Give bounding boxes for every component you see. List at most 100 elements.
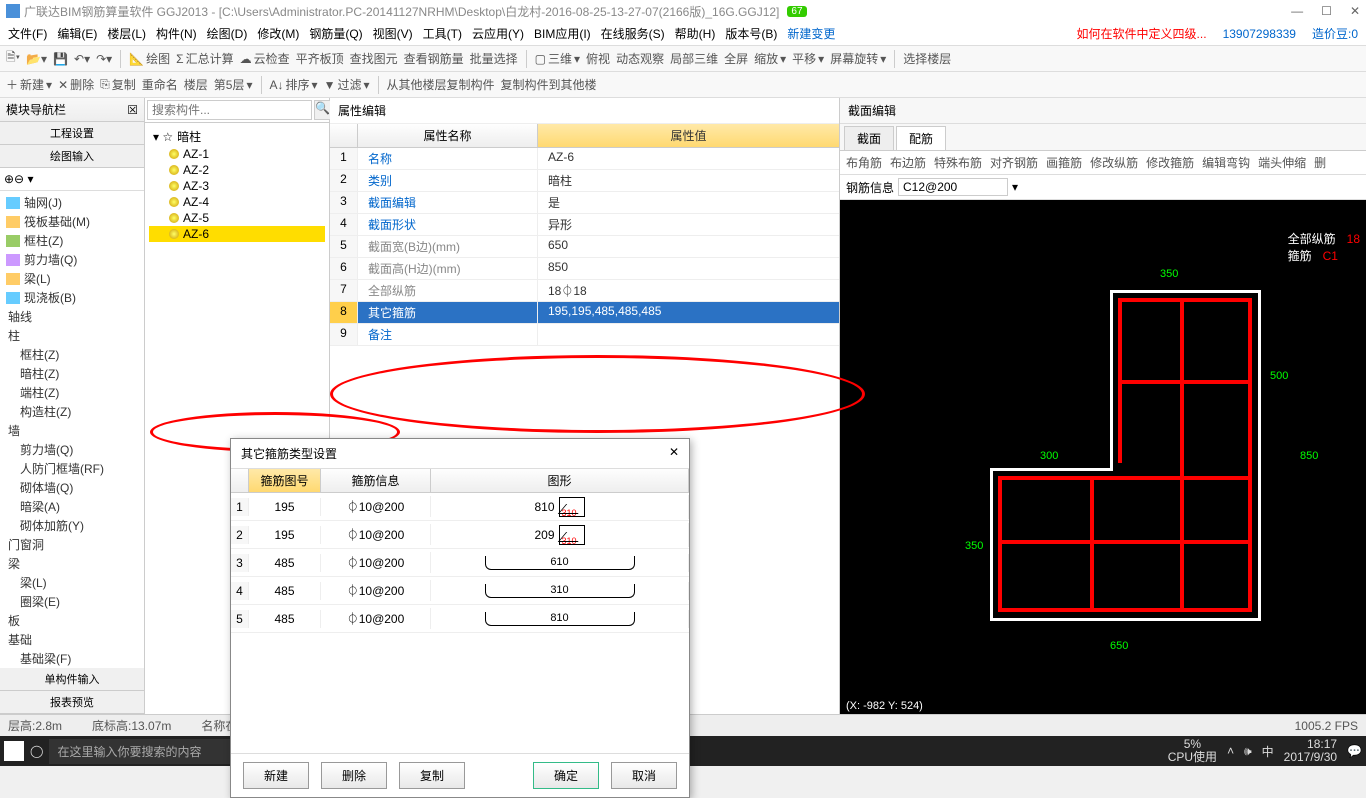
section-canvas[interactable]: 全部纵筋 18箍筋 C1 350 500 300 850 350 — [840, 200, 1366, 714]
tb-new[interactable]: ＋新建▾ — [6, 76, 52, 93]
tb-rotate[interactable]: 屏幕旋转▾ — [830, 50, 886, 67]
tb-3d[interactable]: ▢ 三维▾ — [535, 50, 580, 67]
menu-component[interactable]: 构件(N) — [152, 23, 201, 44]
grp-wall[interactable]: 墙 — [2, 421, 142, 440]
dlg-copy-button[interactable]: 复制 — [399, 762, 465, 789]
cortana-icon[interactable]: ◯ — [30, 744, 43, 758]
tree-beam[interactable]: 梁(L) — [2, 269, 142, 288]
item[interactable]: 圈梁(E) — [2, 592, 142, 611]
mid-root[interactable]: ▾ ☆ 暗柱 — [149, 127, 325, 146]
menu-modify[interactable]: 修改(M) — [253, 23, 303, 44]
item[interactable]: 剪力墙(Q) — [2, 440, 142, 459]
prop-row[interactable]: 4截面形状异形 — [330, 214, 839, 236]
list-item-selected[interactable]: AZ-6 — [149, 226, 325, 242]
tree-axis[interactable]: 轴网(J) — [2, 193, 142, 212]
dlg-ok-button[interactable]: 确定 — [533, 762, 599, 789]
list-item[interactable]: AZ-4 — [149, 194, 325, 210]
tb-zoom[interactable]: 缩放▾ — [754, 50, 786, 67]
pane-close-icon[interactable]: ☒ — [127, 103, 138, 117]
tb-fullscreen[interactable]: 全屏 — [724, 50, 748, 67]
close-icon[interactable]: ✕ — [1350, 4, 1360, 18]
tb-batch-select[interactable]: 批量选择 — [470, 50, 518, 67]
tb-find[interactable]: 查找图元 — [350, 50, 398, 67]
tray-net-icon[interactable]: 🕪 — [1244, 744, 1252, 759]
undo-icon[interactable]: ↶▾ — [74, 52, 90, 66]
menu-rebar[interactable]: 钢筋量(Q) — [305, 23, 366, 44]
pane-engineering[interactable]: 工程设置 — [0, 122, 144, 145]
section-tool[interactable]: 端头伸缩 — [1258, 154, 1306, 171]
section-tool[interactable]: 编辑弯钩 — [1202, 154, 1250, 171]
menu-file[interactable]: 文件(F) — [4, 23, 51, 44]
rebar-info-input[interactable] — [898, 178, 1008, 196]
tb-orbit[interactable]: 动态观察 — [616, 50, 664, 67]
maximize-icon[interactable]: ☐ — [1321, 4, 1332, 18]
item[interactable]: 砌体墙(Q) — [2, 478, 142, 497]
minimize-icon[interactable]: — — [1291, 4, 1303, 18]
tree-raft[interactable]: 筏板基础(M) — [2, 212, 142, 231]
menu-draw[interactable]: 绘图(D) — [203, 23, 252, 44]
tb-select-floor[interactable]: 选择楼层 — [903, 50, 951, 67]
item[interactable]: 端柱(Z) — [2, 383, 142, 402]
tb-cloud-check[interactable]: ☁ 云检查 — [240, 50, 290, 67]
grp-foundation[interactable]: 基础 — [2, 630, 142, 649]
save-icon[interactable]: 💾 — [53, 52, 68, 66]
menu-bim[interactable]: BIM应用(I) — [530, 23, 595, 44]
tab-rebar[interactable]: 配筋 — [896, 126, 946, 150]
tb-sort[interactable]: A↓排序▾ — [270, 76, 318, 93]
section-tool[interactable]: 布边筋 — [890, 154, 926, 171]
menu-floor[interactable]: 楼层(L) — [103, 23, 150, 44]
menu-new-change[interactable]: 新建变更 — [783, 23, 839, 44]
tb-view-rebar[interactable]: 查看钢筋量 — [404, 50, 464, 67]
prop-row[interactable]: 1名称AZ-6 — [330, 148, 839, 170]
tb-top-view[interactable]: 俯视 — [586, 50, 610, 67]
tray-clock[interactable]: 18:172017/9/30 — [1284, 738, 1337, 764]
tree-col[interactable]: 框柱(Z) — [2, 231, 142, 250]
dlg-row[interactable]: 5485⏀10@200810 — [231, 605, 689, 633]
pane-single-input[interactable]: 单构件输入 — [0, 668, 144, 691]
section-tool[interactable]: 修改纵筋 — [1090, 154, 1138, 171]
tab-section[interactable]: 截面 — [844, 126, 894, 150]
start-icon[interactable] — [4, 741, 24, 761]
section-tool[interactable]: 特殊布筋 — [934, 154, 982, 171]
item[interactable]: 梁(L) — [2, 573, 142, 592]
tb-floor-val[interactable]: 第5层 ▾ — [214, 76, 253, 93]
prop-row[interactable]: 9备注 — [330, 324, 839, 346]
search-hint[interactable]: 如何在软件中定义四级... — [1073, 23, 1211, 44]
section-tool[interactable]: 删 — [1314, 154, 1326, 171]
item[interactable]: 人防门框墙(RF) — [2, 459, 142, 478]
menu-help[interactable]: 帮助(H) — [671, 23, 720, 44]
grp-door[interactable]: 门窗洞 — [2, 535, 142, 554]
list-item[interactable]: AZ-5 — [149, 210, 325, 226]
section-tool[interactable]: 对齐钢筋 — [990, 154, 1038, 171]
menu-online[interactable]: 在线服务(S) — [597, 23, 669, 44]
tb-delete[interactable]: ✕删除 — [58, 76, 94, 93]
dlg-row[interactable]: 3485⏀10@200610 — [231, 549, 689, 577]
section-tool[interactable]: 修改箍筋 — [1146, 154, 1194, 171]
tree-wall[interactable]: 剪力墙(Q) — [2, 250, 142, 269]
prop-row[interactable]: 6截面高(H边)(mm)850 — [330, 258, 839, 280]
tb-local-3d[interactable]: 局部三维 — [670, 50, 718, 67]
tb-draw[interactable]: 📐绘图 — [129, 50, 170, 67]
dialog-close-icon[interactable]: ✕ — [669, 445, 679, 462]
menu-cloud[interactable]: 云应用(Y) — [468, 23, 528, 44]
grp-column[interactable]: 柱 — [2, 326, 142, 345]
tree-slab[interactable]: 现浇板(B) — [2, 288, 142, 307]
tray-up-icon[interactable]: ˄ — [1227, 744, 1234, 758]
tb-sum[interactable]: Σ 汇总计算 — [176, 50, 233, 67]
list-item[interactable]: AZ-1 — [149, 146, 325, 162]
menu-version[interactable]: 版本号(B) — [721, 23, 781, 44]
item[interactable]: 暗柱(Z) — [2, 364, 142, 383]
item[interactable]: 基础梁(F) — [2, 649, 142, 668]
dlg-cancel-button[interactable]: 取消 — [611, 762, 677, 789]
dlg-delete-button[interactable]: 删除 — [321, 762, 387, 789]
prop-row[interactable]: 3截面编辑是 — [330, 192, 839, 214]
list-item[interactable]: AZ-2 — [149, 162, 325, 178]
menu-tool[interactable]: 工具(T) — [419, 23, 466, 44]
tb-align-top[interactable]: 平齐板顶 — [296, 50, 344, 67]
prop-row[interactable]: 2类别暗柱 — [330, 170, 839, 192]
open-icon[interactable]: 📂▾ — [26, 52, 47, 66]
dlg-row[interactable]: 4485⏀10@200310 — [231, 577, 689, 605]
redo-icon[interactable]: ↷▾ — [96, 52, 112, 66]
pane-report[interactable]: 报表预览 — [0, 691, 144, 714]
section-tool[interactable]: 画箍筋 — [1046, 154, 1082, 171]
